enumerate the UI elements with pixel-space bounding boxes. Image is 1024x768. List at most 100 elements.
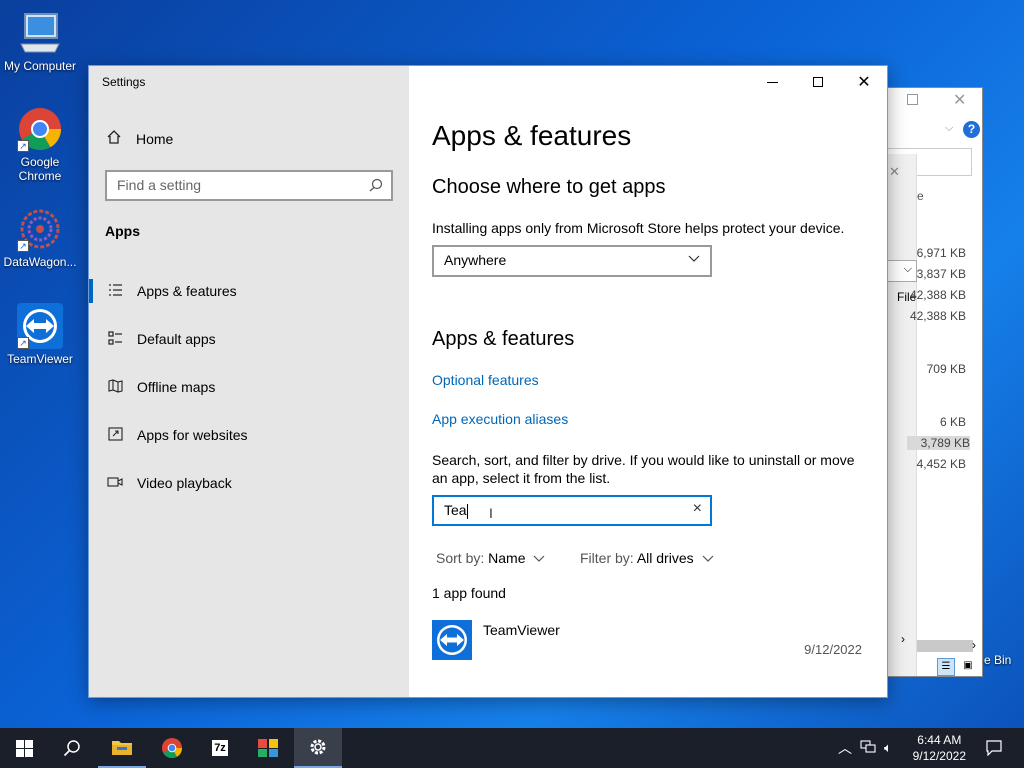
taskbar-7zip[interactable]: 7z	[196, 728, 244, 768]
sort-dropdown[interactable]: Sort by: Name	[436, 550, 545, 566]
clear-search-icon[interactable]: ×	[693, 500, 702, 518]
file-size: 709 KB	[926, 362, 966, 376]
taskbar: 7z ︿ 🔈︎ 6:44 AM 9/12/2022	[0, 728, 1024, 768]
list-item-teamviewer[interactable]: TeamViewer 9/12/2022	[432, 620, 862, 660]
filter-label: Filter by:	[580, 550, 634, 566]
start-button[interactable]	[0, 728, 48, 768]
chevron-down-icon	[702, 550, 714, 566]
chevron-down-icon: ⌵	[903, 263, 912, 275]
app-source-dropdown[interactable]: Anywhere	[432, 245, 712, 277]
horizontal-scrollbar[interactable]	[917, 640, 973, 652]
minimize-button[interactable]	[749, 66, 795, 98]
sidebar-item-label: Apps & features	[137, 283, 237, 299]
details-view-icon[interactable]: ☰	[937, 658, 955, 676]
shortcut-arrow-icon: ↗	[17, 240, 29, 252]
file-size: 6 KB	[939, 415, 966, 429]
sidebar-item-label: Default apps	[137, 331, 216, 347]
chevron-down-icon	[688, 251, 700, 267]
file-size: 3,837 KB	[916, 267, 966, 281]
scroll-right-icon[interactable]: ›	[972, 638, 976, 652]
app-name: TeamViewer	[483, 622, 560, 638]
chevron-down-icon[interactable]: ⌵	[945, 122, 953, 135]
teamviewer-icon: ↗	[17, 303, 63, 349]
large-icons-view-icon[interactable]: ▣	[959, 658, 977, 676]
desktop-icon-teamviewer[interactable]: ↗ TeamViewer	[0, 303, 80, 366]
notifications-button[interactable]	[970, 728, 1018, 768]
dropdown-box[interactable]: ⌵	[887, 260, 917, 282]
filter-value: All drives	[636, 550, 694, 566]
sidebar-home[interactable]: Home	[106, 129, 173, 148]
app-icon	[258, 739, 278, 757]
taskbar-app[interactable]	[244, 728, 292, 768]
file-size: 6,971 KB	[916, 246, 966, 260]
desktop-icon-datawagon[interactable]: ↗ DataWagon...	[0, 206, 80, 269]
choose-apps-heading: Choose where to get apps	[432, 176, 666, 198]
close-icon[interactable]: ✕	[889, 164, 900, 180]
computer-icon	[17, 10, 63, 56]
datawagon-icon: ↗	[17, 206, 63, 252]
text-cursor	[466, 503, 468, 519]
search-icon	[369, 178, 383, 195]
ibeam-cursor-icon: I	[489, 505, 493, 521]
sidebar-item-apps-for-websites[interactable]: Apps for websites	[89, 415, 409, 455]
maximize-button[interactable]	[795, 66, 841, 98]
desktop-icon-my-computer[interactable]: My Computer	[0, 10, 80, 73]
home-label: Home	[136, 130, 174, 147]
optional-features-link[interactable]: Optional features	[432, 372, 539, 388]
taskbar-chrome[interactable]	[148, 728, 196, 768]
dropdown-selected-value: Anywhere	[444, 252, 507, 268]
sidebar-item-apps-features[interactable]: Apps & features	[89, 271, 409, 311]
page-title: Apps & features	[432, 120, 632, 151]
choose-apps-description: Installing apps only from Microsoft Stor…	[432, 220, 845, 236]
settings-main-panel: ✕ Apps & features Choose where to get ap…	[409, 66, 887, 697]
settings-window[interactable]: Settings Home Find a setting Apps Apps &…	[88, 65, 888, 698]
apps-features-heading: Apps & features	[432, 328, 575, 350]
filter-dropdown[interactable]: Filter by: All drives	[580, 550, 714, 566]
close-icon[interactable]: ✕	[953, 90, 966, 110]
notification-icon	[986, 740, 1002, 756]
app-search-input[interactable]: Tea × I	[432, 495, 712, 526]
maximize-icon[interactable]	[907, 94, 918, 105]
minimize-icon	[766, 81, 778, 83]
sidebar-item-label: Offline maps	[137, 379, 216, 395]
system-tray: ︿ 🔈︎	[838, 728, 892, 768]
sidebar-item-video-playback[interactable]: Video playback	[89, 463, 409, 503]
scroll-right-icon[interactable]: ›	[901, 632, 905, 646]
chevron-up-icon[interactable]: ︿	[838, 738, 852, 758]
shortcut-arrow-icon: ↗	[17, 337, 29, 349]
app-execution-aliases-link[interactable]: App execution aliases	[432, 411, 568, 427]
chevron-down-icon	[533, 550, 545, 566]
close-button[interactable]: ✕	[841, 66, 887, 98]
7zip-icon: 7z	[212, 740, 228, 756]
sidebar-item-offline-maps[interactable]: Offline maps	[89, 367, 409, 407]
volume-icon[interactable]: 🔈︎	[884, 740, 892, 756]
search-button[interactable]	[48, 728, 96, 768]
taskbar-settings[interactable]	[294, 728, 342, 768]
recycle-bin-label: e Bin	[984, 653, 1012, 667]
sidebar-item-default-apps[interactable]: Default apps	[89, 319, 409, 359]
sidebar-item-label: Apps for websites	[137, 427, 248, 443]
find-setting-input[interactable]: Find a setting	[105, 170, 393, 201]
web-link-icon	[89, 426, 137, 444]
maximize-icon	[813, 77, 823, 87]
taskbar-file-explorer[interactable]	[98, 728, 146, 768]
chrome-icon: ↗	[17, 106, 63, 152]
home-icon	[106, 129, 122, 148]
search-sort-description: Search, sort, and filter by drive. If yo…	[432, 452, 855, 486]
taskbar-clock[interactable]: 6:44 AM 9/12/2022	[913, 732, 966, 764]
file-size: 42,388 KB	[909, 309, 966, 323]
gear-icon	[310, 739, 326, 755]
file-size: 42,388 KB	[909, 288, 966, 302]
folder-icon	[112, 741, 132, 755]
clock-time: 6:44 AM	[917, 733, 962, 747]
network-icon[interactable]	[860, 739, 876, 757]
background-explorer-window[interactable]: ✕ ⌵ ? ✕ e ⌵ File 6,971 KB 3,837 KB 42,38…	[886, 87, 983, 677]
desktop-icon-google-chrome[interactable]: ↗ Google Chrome	[0, 106, 80, 183]
inner-panel	[887, 154, 917, 676]
sidebar-item-label: Video playback	[137, 475, 232, 491]
search-icon	[63, 740, 80, 757]
help-icon[interactable]: ?	[963, 121, 980, 138]
sort-label: Sort by:	[436, 550, 485, 566]
sort-value: Name	[488, 550, 526, 566]
close-icon: ✕	[857, 74, 871, 91]
